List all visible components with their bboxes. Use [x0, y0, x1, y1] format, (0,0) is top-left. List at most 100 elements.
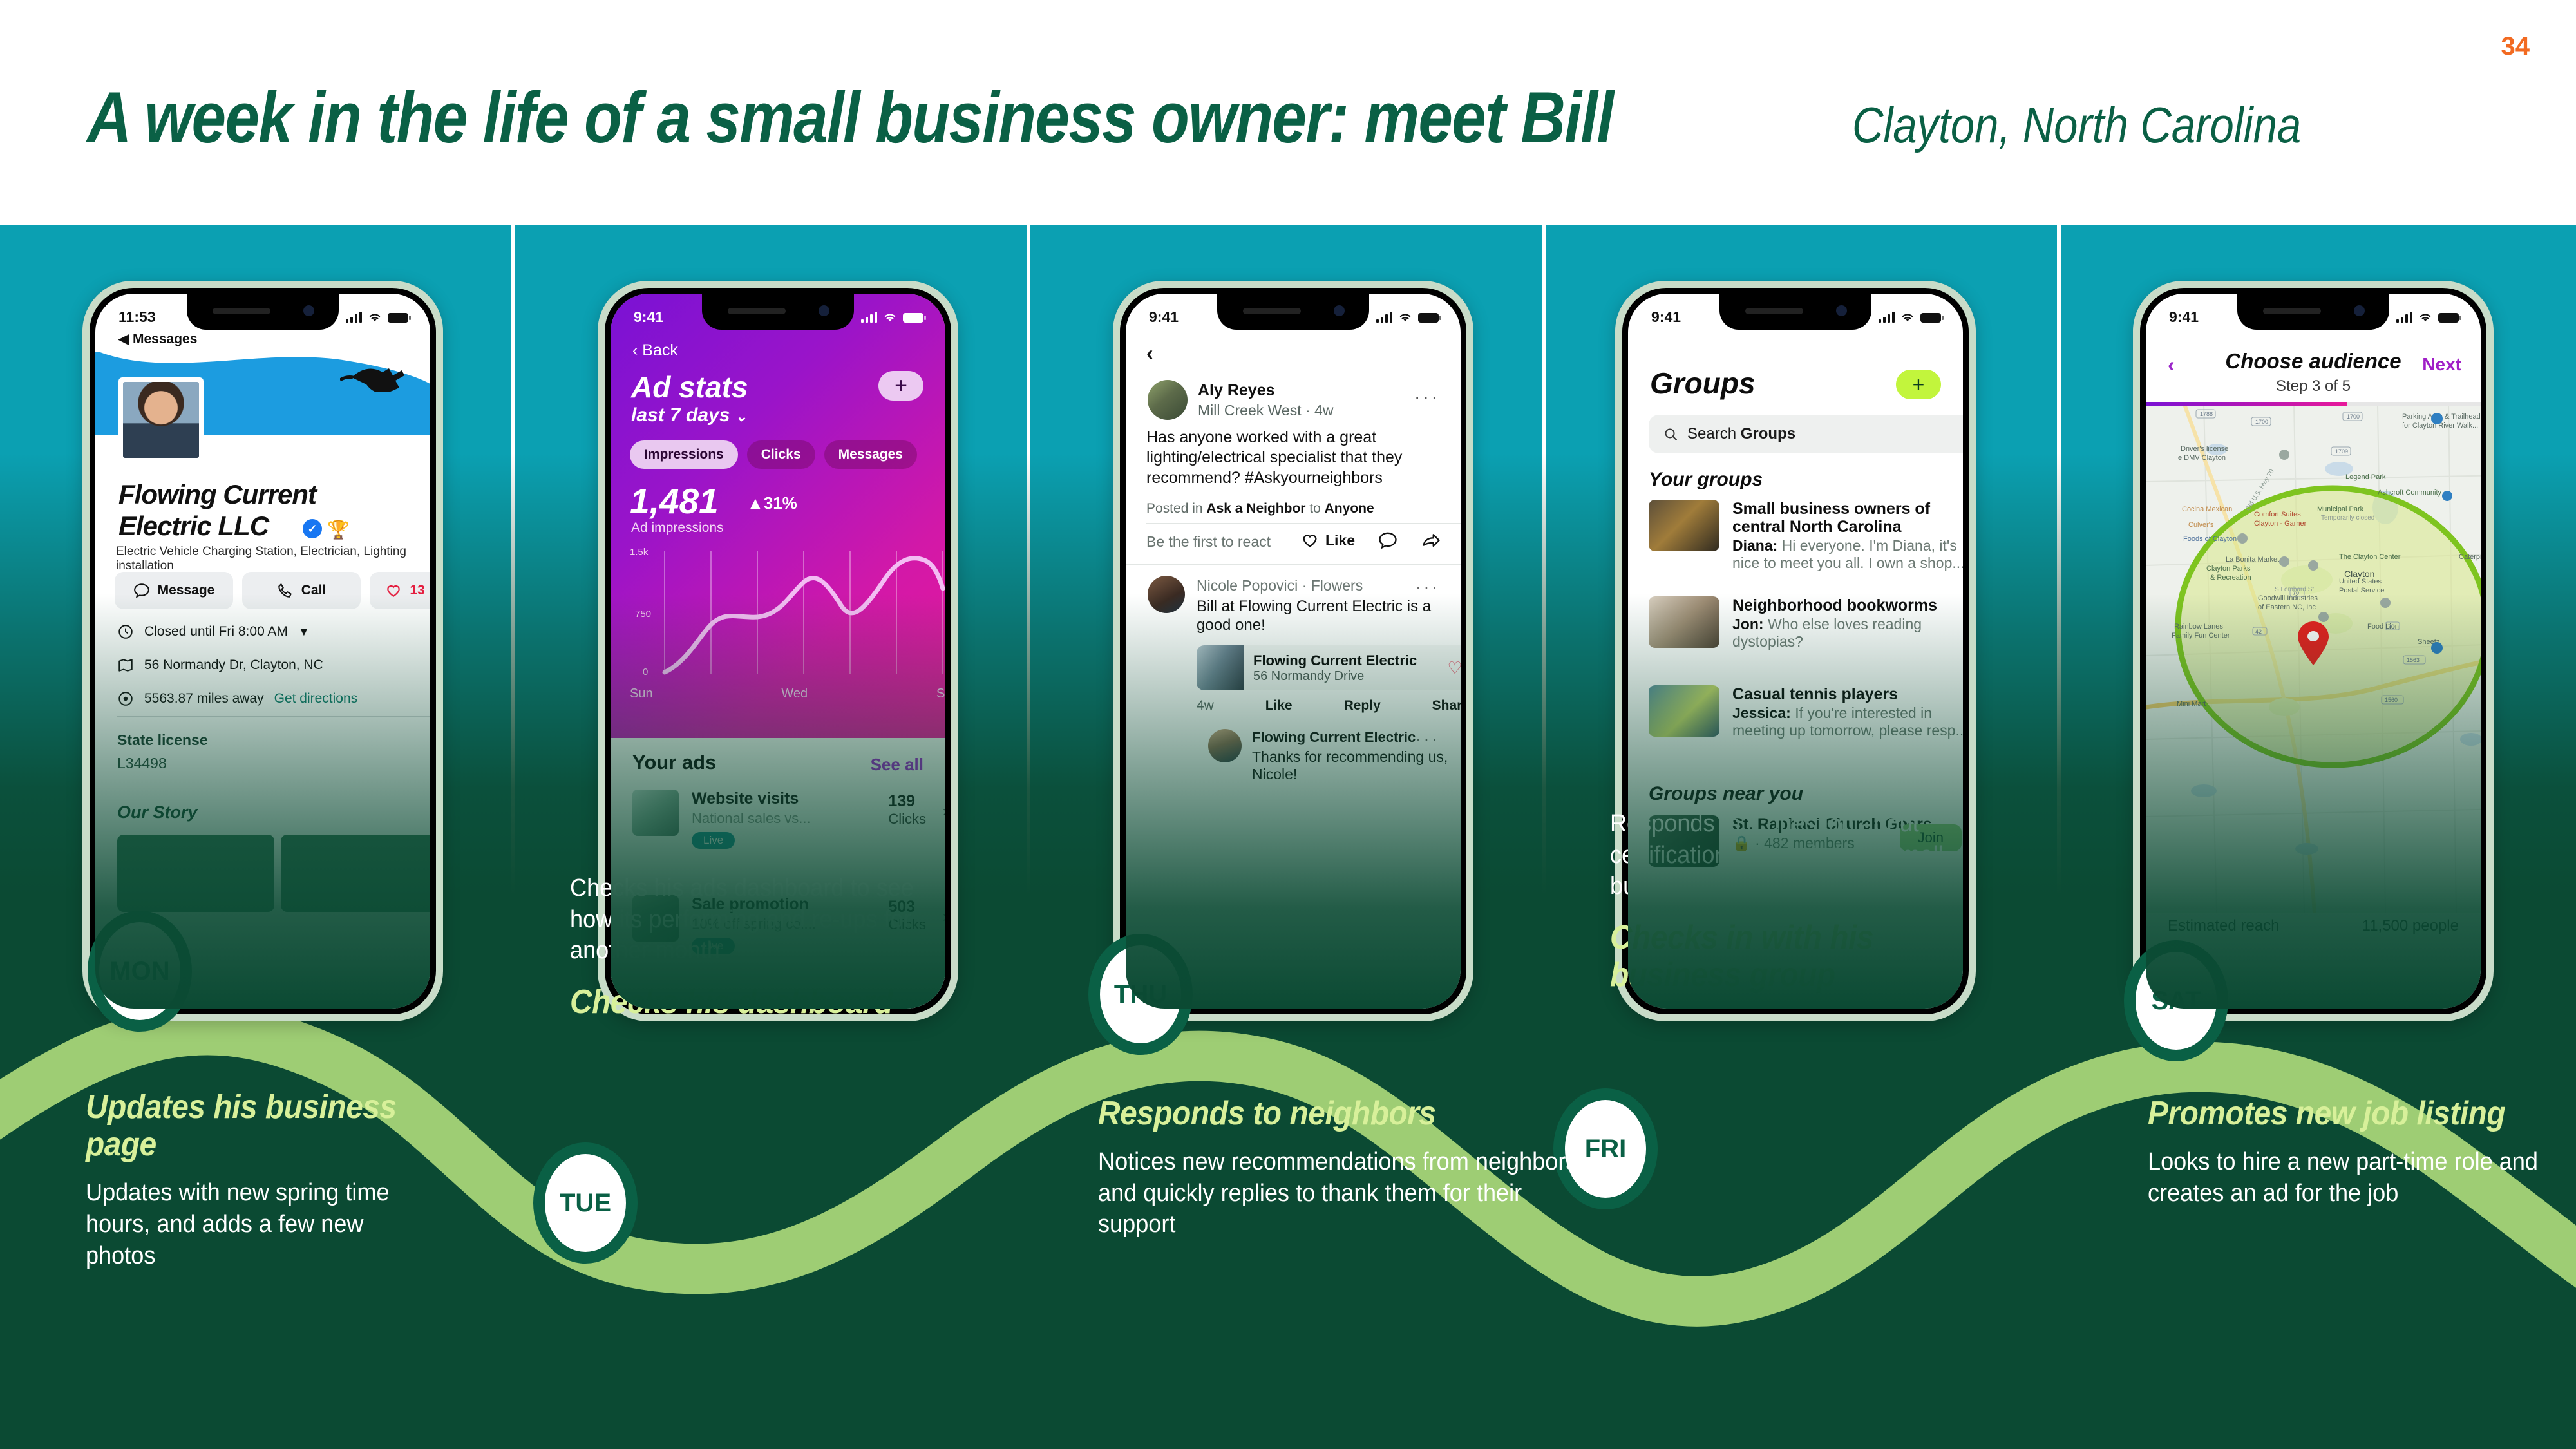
business-card[interactable]: Flowing Current Electric 56 Normandy Dri…: [1197, 645, 1461, 690]
group-preview-author: Jessica:: [1732, 705, 1791, 721]
svg-text:Cocina Mexican: Cocina Mexican: [2182, 506, 2232, 513]
trophy-icon: 🏆: [327, 520, 350, 540]
notch: [2237, 294, 2389, 330]
react-hint[interactable]: Be the first to react: [1146, 533, 1271, 551]
day-circle-sat[interactable]: SAT: [2124, 940, 2228, 1061]
svg-text:1.5k: 1.5k: [630, 547, 649, 558]
call-button[interactable]: Call: [242, 572, 361, 609]
comment-author[interactable]: Nicole Popovici · Flowers: [1197, 577, 1363, 594]
svg-text:Temporarily closed: Temporarily closed: [2321, 515, 2374, 522]
caption-heading: Responds to neighbors: [1098, 1095, 1436, 1132]
story-photo[interactable]: [117, 835, 274, 912]
ad-list-item[interactable]: Website visits National sales vs... Live…: [632, 790, 945, 849]
phone-bezel: 9:41 ‹ Choose audience Next Step 3 of 5: [2140, 288, 2486, 1014]
back-to-messages[interactable]: ◀ Messages: [118, 331, 197, 347]
svg-text:70: 70: [2293, 590, 2299, 596]
more-options-icon[interactable]: ···: [1416, 729, 1440, 749]
band-divider: [1542, 225, 1546, 895]
svg-text:42: 42: [2255, 629, 2262, 635]
add-ad-button[interactable]: +: [878, 371, 923, 401]
search-placeholder-prefix: Search: [1687, 425, 1741, 442]
like-button[interactable]: Like: [1301, 531, 1355, 549]
business-card-address: 56 Normandy Drive: [1253, 668, 1365, 683]
signal-icon: [861, 311, 877, 323]
day-circle-thu[interactable]: THU: [1088, 934, 1193, 1055]
reply-author[interactable]: Flowing Current Electric: [1252, 729, 1416, 746]
like-label: Like: [1325, 531, 1355, 549]
status-icons: [1376, 311, 1441, 323]
comment-body: Bill at Flowing Current Electric is a go…: [1197, 598, 1432, 634]
metric-value: 1,481: [630, 481, 719, 521]
address-text: 56 Normandy Dr, Clayton, NC: [144, 658, 323, 672]
group-preview: Diana: Hi everyone. I'm Diana, it's nice…: [1732, 537, 1963, 571]
message-label: Message: [157, 583, 215, 598]
svg-text:1563: 1563: [2407, 657, 2420, 663]
caption-body: Updates with new spring time hours, and …: [86, 1179, 390, 1269]
svg-text:1709: 1709: [2335, 448, 2348, 455]
day-circle-mon[interactable]: MON: [88, 911, 192, 1032]
phone-choose-audience: 9:41 ‹ Choose audience Next Step 3 of 5: [2133, 281, 2494, 1021]
more-options-icon[interactable]: ···: [1416, 577, 1440, 597]
see-all-link[interactable]: See all: [871, 755, 923, 775]
message-icon: [133, 583, 149, 598]
group-name: Small business owners of central North C…: [1732, 500, 1931, 536]
signal-icon: [1879, 311, 1895, 323]
group-list-item[interactable]: Neighborhood bookworms Jon: Who else lov…: [1649, 596, 1963, 650]
story-photo[interactable]: [281, 835, 430, 912]
caption-tue: Checks his ads dashboard to see how its …: [570, 873, 982, 1035]
address-row[interactable]: 56 Normandy Dr, Clayton, NC: [117, 657, 430, 674]
business-actions: Message Call 13: [115, 572, 430, 609]
post-meta: Mill Creek West · 4w: [1198, 402, 1334, 419]
comment-like-button[interactable]: Like: [1265, 698, 1293, 714]
day-circle-tue[interactable]: TUE: [533, 1142, 638, 1264]
comment-share-button[interactable]: Share: [1432, 698, 1461, 714]
share-icon[interactable]: [1421, 531, 1441, 550]
tab-impressions[interactable]: Impressions: [630, 440, 738, 469]
group-list-item[interactable]: Small business owners of central North C…: [1649, 500, 1963, 571]
caption-heading: Updates his business page: [86, 1088, 397, 1164]
wifi-icon: [1902, 313, 1913, 321]
create-group-button[interactable]: +: [1896, 370, 1941, 399]
stats-range[interactable]: last 7 days ⌄: [631, 404, 747, 426]
audience-map[interactable]: Parking Area & Trailhead for Clayton Riv…: [2146, 404, 2481, 913]
more-options-icon[interactable]: ···: [1414, 386, 1440, 407]
chevron-right-icon[interactable]: ›: [943, 802, 945, 820]
business-card-text: Flowing Current Electric 56 Normandy Dri…: [1244, 652, 1440, 684]
post-author[interactable]: Aly Reyes: [1198, 381, 1275, 400]
get-directions-link[interactable]: Get directions: [274, 691, 358, 706]
comment-author-meta: · Flowers: [1298, 577, 1363, 594]
search-groups-input[interactable]: Search Groups: [1649, 415, 1963, 453]
tab-messages[interactable]: Messages: [824, 440, 917, 469]
svg-text:of Eastern NC, Inc: of Eastern NC, Inc: [2258, 603, 2316, 611]
ad-thumbnail: [632, 790, 679, 836]
wifi-icon: [369, 313, 381, 321]
next-button[interactable]: Next: [2422, 354, 2461, 375]
ad-count: 139: [888, 792, 916, 810]
status-icons: [861, 311, 926, 323]
hours-text: Closed until Fri 8:00 AM: [144, 624, 288, 639]
page-number: 34: [2501, 32, 2530, 61]
tab-clicks[interactable]: Clicks: [746, 440, 815, 469]
back-button[interactable]: ‹ Back: [632, 341, 678, 360]
comment-reply-button[interactable]: Reply: [1344, 698, 1381, 714]
message-button[interactable]: Message: [115, 572, 233, 609]
svg-text:Municipal Park: Municipal Park: [2317, 506, 2364, 513]
comment-icon[interactable]: [1378, 531, 1397, 550]
comment-time: 4w: [1197, 698, 1214, 713]
group-name: Casual tennis players: [1732, 685, 1899, 703]
distance-row[interactable]: 5563.87 miles away Get directions: [117, 690, 430, 707]
metric-delta: ▲31%: [747, 493, 797, 513]
signal-icon: [346, 311, 362, 323]
like-button[interactable]: 13: [370, 572, 430, 609]
back-button[interactable]: ‹: [1146, 341, 1153, 365]
group-list-item[interactable]: Casual tennis players Jessica: If you're…: [1649, 685, 1963, 739]
battery-icon: [903, 312, 926, 323]
hours-row[interactable]: Closed until Fri 8:00 AM ▼: [117, 623, 430, 640]
heart-icon[interactable]: ♡: [1440, 658, 1461, 678]
battery-icon: [1920, 312, 1944, 323]
svg-text:Legend Park: Legend Park: [2345, 473, 2386, 481]
chevron-down-icon[interactable]: ▼: [298, 625, 310, 639]
svg-text:Goodwill Industries: Goodwill Industries: [2258, 594, 2318, 602]
battery-icon: [2438, 312, 2461, 323]
ad-subtitle: National sales vs...: [692, 810, 811, 826]
